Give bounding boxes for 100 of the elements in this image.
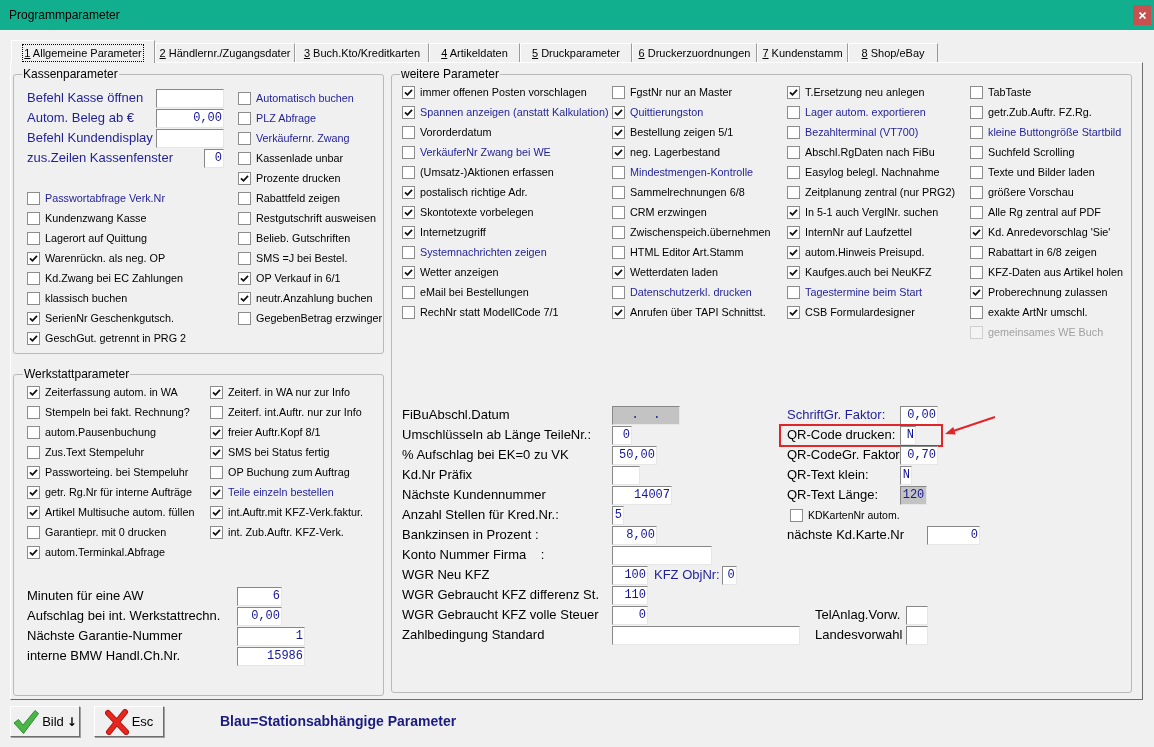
checkbox[interactable] <box>238 191 251 205</box>
text-field[interactable]: 0 <box>204 148 224 168</box>
checkbox[interactable] <box>612 145 625 159</box>
checkbox[interactable] <box>238 311 251 325</box>
checkbox[interactable] <box>787 285 800 299</box>
checkbox[interactable] <box>238 291 251 305</box>
text-field[interactable]: 15986 <box>237 646 305 666</box>
checkbox[interactable] <box>612 105 625 119</box>
text-field[interactable]: 1 <box>237 626 305 646</box>
text-field[interactable]: 6 <box>237 586 282 606</box>
checkbox[interactable] <box>402 305 415 319</box>
checkbox[interactable] <box>970 305 983 319</box>
checkbox[interactable] <box>790 508 803 522</box>
text-field[interactable] <box>906 625 928 645</box>
checkbox[interactable] <box>238 211 251 225</box>
checkbox[interactable] <box>612 285 625 299</box>
checkbox[interactable] <box>27 525 40 539</box>
picture-button[interactable]: Bild ↓ <box>10 706 80 737</box>
checkbox[interactable] <box>970 285 983 299</box>
text-field[interactable]: 5 <box>612 505 624 525</box>
checkbox[interactable] <box>612 225 625 239</box>
tab[interactable]: 8 Shop/eBay <box>848 43 938 62</box>
tab[interactable]: 7 Kundenstamm <box>757 43 848 62</box>
checkbox[interactable] <box>238 131 251 145</box>
checkbox[interactable] <box>238 231 251 245</box>
checkbox[interactable] <box>612 85 625 99</box>
checkbox[interactable] <box>787 125 800 139</box>
checkbox[interactable] <box>787 105 800 119</box>
text-field[interactable]: 100 <box>612 565 648 585</box>
checkbox[interactable] <box>27 291 40 305</box>
checkbox[interactable] <box>970 225 983 239</box>
checkbox[interactable] <box>238 151 251 165</box>
checkbox[interactable] <box>612 125 625 139</box>
checkbox[interactable] <box>787 245 800 259</box>
checkbox[interactable] <box>970 105 983 119</box>
checkbox[interactable] <box>402 125 415 139</box>
checkbox[interactable] <box>402 85 415 99</box>
checkbox[interactable] <box>238 171 251 185</box>
checkbox[interactable] <box>402 165 415 179</box>
checkbox[interactable] <box>612 205 625 219</box>
checkbox[interactable] <box>402 205 415 219</box>
checkbox[interactable] <box>787 225 800 239</box>
checkbox[interactable] <box>402 265 415 279</box>
tab[interactable]: 1 Allgemeine Parameter <box>11 40 155 63</box>
checkbox[interactable] <box>27 425 40 439</box>
checkbox[interactable] <box>27 311 40 325</box>
checkbox[interactable] <box>970 185 983 199</box>
checkbox[interactable] <box>210 505 223 519</box>
checkbox[interactable] <box>27 271 40 285</box>
text-field[interactable] <box>156 88 224 108</box>
checkbox[interactable] <box>402 145 415 159</box>
checkbox[interactable] <box>612 305 625 319</box>
checkbox[interactable] <box>210 465 223 479</box>
checkbox[interactable] <box>402 245 415 259</box>
checkbox[interactable] <box>402 185 415 199</box>
checkbox[interactable] <box>210 525 223 539</box>
tab[interactable]: 2 Händlernr./Zugangsdater <box>155 43 295 62</box>
text-field[interactable]: 0 <box>612 605 648 625</box>
checkbox[interactable] <box>27 331 40 345</box>
text-field[interactable] <box>156 128 224 148</box>
checkbox[interactable] <box>27 211 40 225</box>
checkbox[interactable] <box>27 231 40 245</box>
checkbox[interactable] <box>612 165 625 179</box>
tab[interactable]: 6 Druckerzuordnungen <box>632 43 757 62</box>
checkbox[interactable] <box>787 145 800 159</box>
checkbox[interactable] <box>27 385 40 399</box>
checkbox[interactable] <box>787 85 800 99</box>
checkbox[interactable] <box>402 225 415 239</box>
text-field[interactable]: 8,00 <box>612 525 657 545</box>
checkbox[interactable] <box>238 91 251 105</box>
text-field[interactable]: N <box>900 465 912 485</box>
close-button[interactable] <box>1133 5 1151 25</box>
tab[interactable]: 5 Druckparameter <box>520 43 632 62</box>
text-field[interactable] <box>612 465 640 485</box>
checkbox[interactable] <box>612 185 625 199</box>
checkbox[interactable] <box>970 165 983 179</box>
checkbox[interactable] <box>210 425 223 439</box>
checkbox[interactable] <box>27 485 40 499</box>
text-field[interactable]: 0 <box>721 565 737 585</box>
checkbox[interactable] <box>27 465 40 479</box>
text-field[interactable]: 0,00 <box>237 606 282 626</box>
checkbox[interactable] <box>402 285 415 299</box>
checkbox[interactable] <box>238 271 251 285</box>
checkbox[interactable] <box>402 105 415 119</box>
text-field[interactable] <box>612 625 800 645</box>
text-field[interactable] <box>906 605 928 625</box>
text-field[interactable]: 0 <box>612 425 632 445</box>
checkbox[interactable] <box>787 205 800 219</box>
text-field[interactable] <box>612 545 712 565</box>
checkbox[interactable] <box>970 145 983 159</box>
text-field[interactable]: 14007 <box>612 485 672 505</box>
checkbox[interactable] <box>787 265 800 279</box>
checkbox[interactable] <box>238 111 251 125</box>
checkbox[interactable] <box>970 85 983 99</box>
checkbox[interactable] <box>210 405 223 419</box>
checkbox[interactable] <box>238 251 251 265</box>
text-field[interactable]: 0,00 <box>156 108 224 128</box>
text-field[interactable]: 50,00 <box>612 445 657 465</box>
checkbox[interactable] <box>787 165 800 179</box>
checkbox[interactable] <box>27 445 40 459</box>
